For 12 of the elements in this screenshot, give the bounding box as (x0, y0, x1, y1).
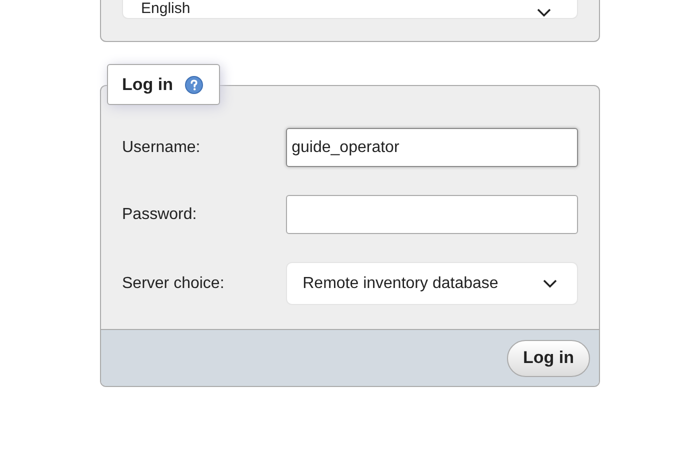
language-select[interactable]: English (122, 0, 578, 19)
field-label: Password: (122, 204, 198, 224)
field-label: Username: (122, 138, 202, 158)
chevron-down-icon (537, 8, 551, 17)
chevron-down-icon (543, 279, 557, 288)
login-button[interactable]: Log in (507, 340, 590, 376)
password-field[interactable] (286, 195, 578, 234)
help-icon[interactable] (184, 76, 203, 94)
server-select[interactable]: Remote inventory database (286, 262, 578, 305)
username-field[interactable]: guide_operator (286, 128, 578, 167)
legend-title: Log in (122, 74, 173, 96)
field-label: Server choice: (122, 274, 226, 294)
